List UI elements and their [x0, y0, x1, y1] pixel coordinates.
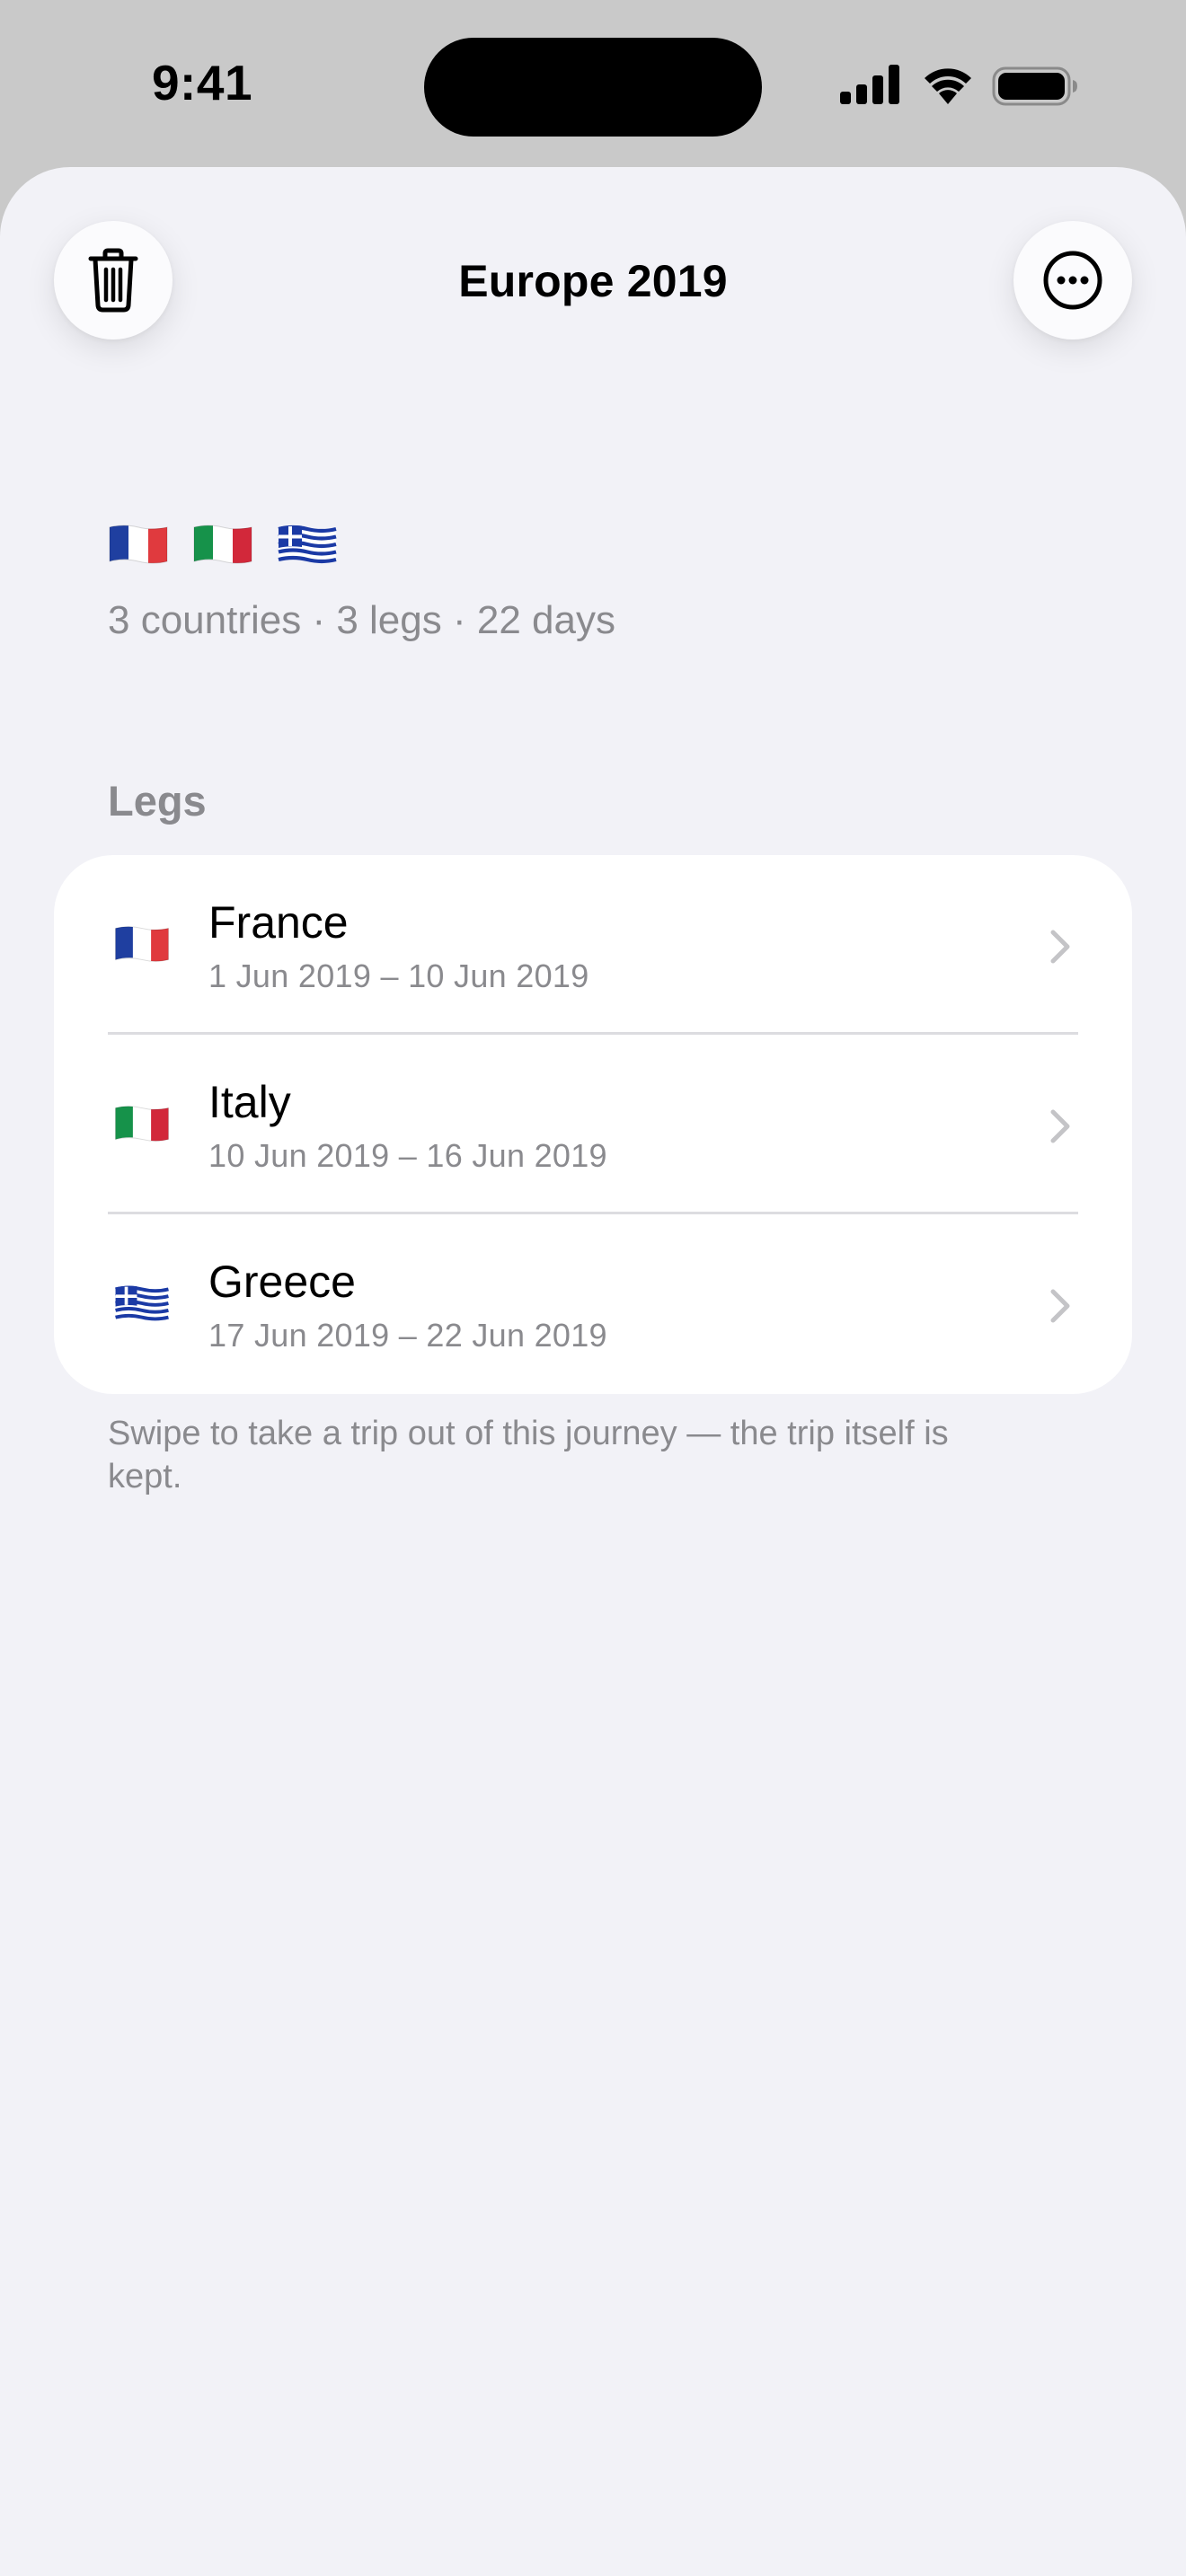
- leg-name: France: [208, 897, 349, 948]
- leg-name: Greece: [208, 1257, 356, 1307]
- journey-sheet: Europe 2019 3 countries · 3 legs · 22 da…: [0, 167, 1186, 2576]
- status-bar: 9:41: [0, 0, 1186, 167]
- legs-section-header: Legs: [108, 777, 207, 825]
- france-flag: [109, 525, 168, 564]
- leg-name: Italy: [208, 1077, 291, 1127]
- greece-flag: [115, 1285, 169, 1321]
- more-options-button[interactable]: [1013, 221, 1132, 340]
- dynamic-island: [424, 38, 762, 137]
- leg-dates: 1 Jun 2019 – 10 Jun 2019: [208, 957, 589, 994]
- france-flag: [115, 926, 169, 962]
- italy-flag: [115, 1106, 169, 1142]
- wifi-icon: [925, 68, 971, 104]
- summary-flags: [108, 522, 338, 576]
- leg-dates: 10 Jun 2019 – 16 Jun 2019: [208, 1137, 607, 1174]
- italy-flag: [193, 525, 252, 564]
- legs-list: France 1 Jun 2019 – 10 Jun 2019 Italy 10…: [54, 855, 1132, 1394]
- leg-row-italy[interactable]: Italy 10 Jun 2019 – 16 Jun 2019: [54, 1035, 1132, 1214]
- ellipsis-circle-icon: [1043, 251, 1102, 310]
- leg-row-greece[interactable]: Greece 17 Jun 2019 – 22 Jun 2019: [54, 1214, 1132, 1394]
- leg-row-france[interactable]: France 1 Jun 2019 – 10 Jun 2019: [54, 855, 1132, 1035]
- battery-icon: [992, 66, 1077, 106]
- signal-icon: [840, 65, 899, 104]
- leg-dates: 17 Jun 2019 – 22 Jun 2019: [208, 1317, 607, 1354]
- chevron-right-icon: [1050, 1109, 1070, 1143]
- chevron-right-icon: [1050, 930, 1070, 964]
- chevron-right-icon: [1050, 1289, 1070, 1323]
- status-time: 9:41: [151, 55, 253, 110]
- page-title: Europe 2019: [458, 256, 728, 306]
- journey-summary: 3 countries · 3 legs · 22 days: [108, 598, 615, 642]
- legs-footer-note: Swipe to take a trip out of this journey…: [108, 1415, 949, 1495]
- greece-flag: [278, 525, 337, 564]
